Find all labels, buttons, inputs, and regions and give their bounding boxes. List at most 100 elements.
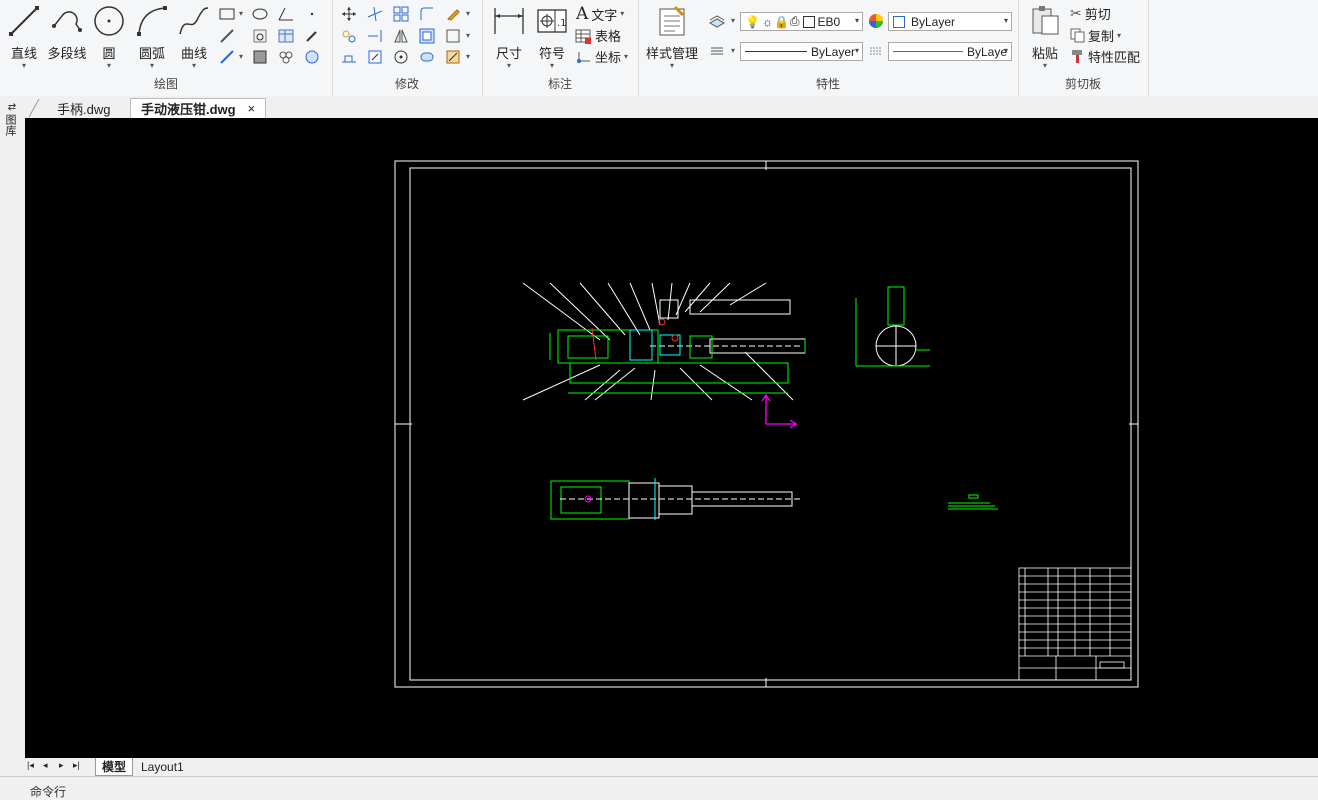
chevron-down-icon[interactable]: ▾ bbox=[6, 62, 42, 70]
cut-button[interactable]: ✂ 剪切 bbox=[1070, 4, 1111, 23]
first-tab-icon[interactable]: |◂ bbox=[27, 760, 34, 771]
color-combo[interactable]: ByLayer ▾ bbox=[888, 12, 1012, 31]
chevron-down-icon[interactable]: ▾ bbox=[490, 62, 528, 70]
trim-icon[interactable] bbox=[366, 5, 384, 23]
lineweight-combo[interactable]: ByLaye ▾ bbox=[888, 42, 1012, 61]
eraser-icon[interactable] bbox=[444, 5, 462, 23]
stretch-icon[interactable] bbox=[340, 48, 358, 66]
lineweight-icon[interactable] bbox=[708, 42, 726, 60]
spline-label: 曲线 bbox=[180, 46, 207, 61]
command-line[interactable]: 命令行 bbox=[0, 776, 1318, 799]
close-icon[interactable]: × bbox=[248, 101, 256, 116]
table-button[interactable]: 表格 bbox=[575, 26, 621, 45]
style-manager-button[interactable]: 样式管理 ▾ bbox=[644, 4, 700, 70]
spline-button[interactable]: 曲线 ▾ bbox=[176, 4, 212, 70]
cloud-icon[interactable] bbox=[277, 48, 295, 66]
rotate-icon[interactable] bbox=[392, 48, 410, 66]
chevron-down-icon[interactable]: ▾ bbox=[1004, 16, 1008, 25]
tab-handle-dwg[interactable]: 手柄.dwg bbox=[47, 98, 120, 118]
symbol-label: 符号 bbox=[538, 46, 565, 61]
modify-group: ▾ ▾ ▾ 修改 bbox=[332, 0, 483, 96]
bottom-view bbox=[550, 478, 800, 520]
prev-tab-icon[interactable]: ◂ bbox=[43, 760, 48, 771]
chevron-down-icon[interactable]: ▾ bbox=[855, 16, 859, 25]
pencil-icon[interactable] bbox=[303, 27, 321, 45]
tab-model[interactable]: 模型 bbox=[95, 758, 134, 776]
region-icon[interactable] bbox=[251, 27, 269, 45]
coordinate-button[interactable]: 坐标 ▾ bbox=[575, 47, 628, 66]
angle-icon[interactable] bbox=[277, 5, 295, 23]
scale-icon[interactable] bbox=[366, 48, 384, 66]
copy-object-icon[interactable] bbox=[340, 27, 358, 45]
array-icon[interactable] bbox=[392, 5, 410, 23]
point-icon[interactable] bbox=[303, 5, 321, 23]
extend-icon[interactable] bbox=[366, 27, 384, 45]
offset-icon[interactable] bbox=[418, 27, 436, 45]
text-button[interactable]: A 文字 ▾ bbox=[576, 4, 624, 24]
join-icon[interactable] bbox=[418, 48, 436, 66]
chevron-down-icon[interactable]: ▾ bbox=[466, 53, 470, 61]
line-button[interactable]: 直线 ▾ bbox=[6, 4, 42, 70]
tab-label: Layout1 bbox=[141, 759, 184, 774]
draw-group-title: 绘图 bbox=[153, 77, 178, 91]
paste-label: 粘贴 bbox=[1031, 46, 1058, 61]
color-wheel-icon[interactable] bbox=[867, 12, 885, 30]
chevron-down-icon[interactable]: ▾ bbox=[239, 53, 243, 61]
circle-button[interactable]: 圆 ▾ bbox=[92, 4, 126, 70]
drawing-canvas[interactable] bbox=[25, 118, 1318, 758]
construction-line-icon[interactable] bbox=[218, 27, 236, 45]
linetype-combo[interactable]: ByLayer ▾ bbox=[740, 42, 863, 61]
chevron-down-icon[interactable]: ▾ bbox=[466, 10, 470, 18]
rectangle-icon[interactable] bbox=[218, 5, 236, 23]
match-properties-button[interactable]: 特性匹配 bbox=[1070, 47, 1140, 66]
title-block bbox=[1018, 567, 1132, 681]
move-icon[interactable] bbox=[340, 5, 358, 23]
properties-group: 样式管理 ▾ ▾ 💡 ☼ 🔒 ⎙ EB0 ▾ ByLayer ▾ ▾ ByLay… bbox=[638, 0, 1019, 96]
chevron-down-icon[interactable]: ▾ bbox=[624, 52, 628, 61]
chevron-down-icon[interactable]: ▾ bbox=[134, 62, 170, 70]
chevron-down-icon[interactable]: ▾ bbox=[620, 10, 624, 18]
hatch-icon[interactable] bbox=[251, 48, 269, 66]
technical-notes bbox=[948, 494, 998, 510]
lightbulb-icon: 💡 bbox=[745, 14, 760, 29]
arc-button[interactable]: 圆弧 ▾ bbox=[134, 4, 170, 70]
linetype-scale-icon[interactable] bbox=[867, 42, 885, 60]
chevron-down-icon[interactable]: ▾ bbox=[92, 62, 126, 70]
mirror-icon[interactable] bbox=[392, 27, 410, 45]
tab-hydraulic-pliers-dwg[interactable]: 手动液压钳.dwg × bbox=[130, 98, 267, 118]
chevron-down-icon[interactable]: ▾ bbox=[239, 10, 243, 18]
chevron-down-icon[interactable]: ▾ bbox=[1004, 46, 1008, 55]
chevron-down-icon[interactable]: ▾ bbox=[466, 32, 470, 40]
chevron-down-icon[interactable]: ▾ bbox=[1117, 31, 1121, 40]
table-icon[interactable] bbox=[277, 27, 295, 45]
next-tab-icon[interactable]: ▸ bbox=[59, 760, 64, 771]
library-sidebar: ⇄ 图库 bbox=[0, 96, 25, 776]
chevron-down-icon[interactable]: ▾ bbox=[855, 46, 859, 55]
chevron-down-icon[interactable]: ▾ bbox=[534, 62, 570, 70]
paste-button[interactable]: 粘贴 ▾ bbox=[1028, 4, 1062, 70]
library-tab[interactable]: ⇄ 图库 bbox=[4, 102, 20, 136]
mask-icon[interactable] bbox=[303, 48, 321, 66]
chevron-down-icon[interactable]: ▾ bbox=[1028, 62, 1062, 70]
chevron-down-icon[interactable]: ▾ bbox=[731, 17, 735, 25]
color-swatch bbox=[893, 15, 905, 28]
chevron-down-icon[interactable]: ▾ bbox=[644, 62, 700, 70]
layer-name: EB0 bbox=[817, 14, 841, 29]
ray-icon[interactable] bbox=[218, 48, 236, 66]
fillet-icon[interactable] bbox=[418, 5, 436, 23]
last-tab-icon[interactable]: ▸| bbox=[73, 760, 80, 771]
layer-manager-icon[interactable] bbox=[708, 12, 726, 30]
clipboard-group-title: 剪切板 bbox=[1064, 77, 1101, 91]
main-section-view bbox=[522, 282, 806, 401]
edit-icon[interactable] bbox=[444, 48, 462, 66]
polyline-button[interactable]: 多段线 bbox=[46, 4, 88, 62]
chevron-down-icon[interactable]: ▾ bbox=[176, 62, 212, 70]
chevron-down-icon[interactable]: ▾ bbox=[731, 47, 735, 55]
explode-icon[interactable] bbox=[444, 27, 462, 45]
symbol-button[interactable]: .1 符号 ▾ bbox=[534, 4, 570, 70]
ellipse-icon[interactable] bbox=[251, 5, 269, 23]
layer-combo[interactable]: 💡 ☼ 🔒 ⎙ EB0 ▾ bbox=[740, 12, 863, 31]
copy-button[interactable]: 复制 ▾ bbox=[1070, 26, 1121, 45]
tab-layout1[interactable]: Layout1 bbox=[135, 758, 190, 775]
dimension-button[interactable]: 尺寸 ▾ bbox=[490, 4, 528, 70]
